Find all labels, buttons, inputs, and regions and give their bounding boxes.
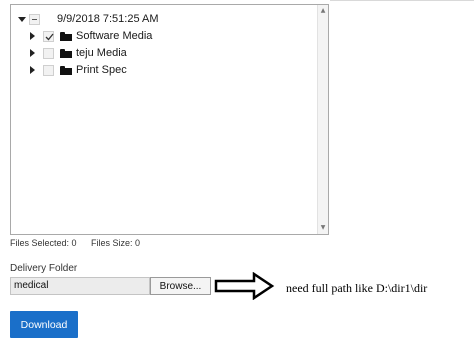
tree-node-label: Print Spec [76,64,127,76]
expand-toggle-icon[interactable] [27,31,37,41]
expand-toggle-icon[interactable] [27,65,37,75]
scroll-up-icon[interactable]: ▲ [318,5,328,17]
file-tree-panel[interactable]: 9/9/2018 7:51:25 AM Software Media teju … [10,4,329,235]
download-button[interactable]: Download [10,311,78,338]
tree-node-label: Software Media [76,30,153,42]
delivery-folder-input[interactable]: medical [10,277,150,295]
top-divider [330,0,474,1]
print-spec-checkbox[interactable] [43,64,54,76]
teju-media-checkbox[interactable] [43,47,54,59]
delivery-folder-label: Delivery Folder [10,263,78,274]
files-selected-count: Files Selected: 0 [10,238,77,248]
root-checkbox[interactable] [29,13,40,25]
scroll-down-icon[interactable]: ▼ [318,222,328,234]
folder-icon [60,48,72,58]
browse-button[interactable]: Browse... [150,277,211,295]
software-media-checkbox[interactable] [43,30,54,42]
folder-icon [60,31,72,41]
vertical-scrollbar[interactable]: ▲ ▼ [317,5,328,234]
annotation-note: need full path like D:\dir1\dir [286,281,428,295]
files-size-value: Files Size: 0 [91,238,141,248]
tree-node-teju-media[interactable]: teju Media [27,45,127,61]
tree-node-software-media[interactable]: Software Media [27,28,152,44]
tree-node-print-spec[interactable]: Print Spec [27,62,127,78]
tree-node-label: teju Media [76,47,127,59]
folder-icon [60,65,72,75]
expand-toggle-icon[interactable] [27,48,37,58]
delivery-folder-value: medical [14,280,49,291]
tree-node-root[interactable]: 9/9/2018 7:51:25 AM [17,11,159,27]
collapse-toggle-icon[interactable] [17,14,27,24]
right-arrow-icon [214,272,275,300]
tree-node-label: 9/9/2018 7:51:25 AM [57,13,159,25]
